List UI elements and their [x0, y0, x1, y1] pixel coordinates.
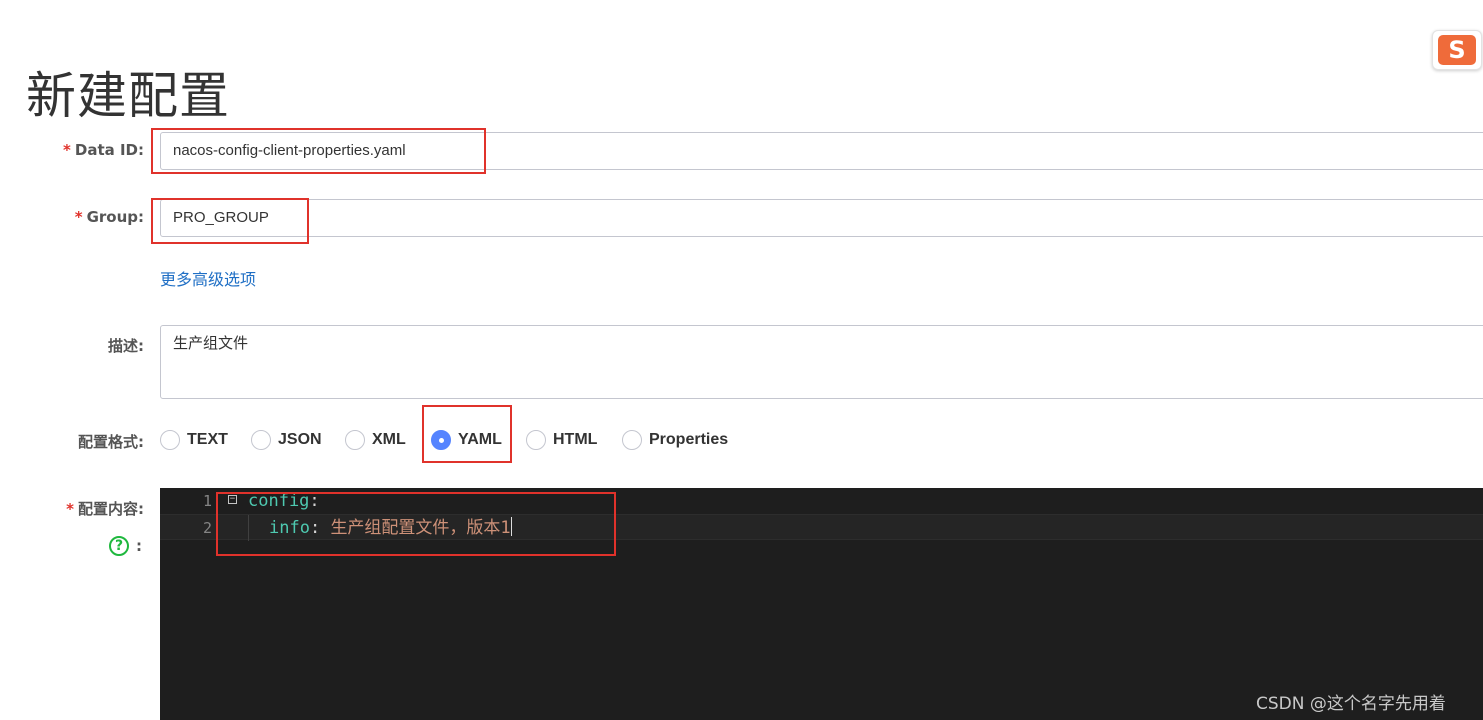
- format-option-json[interactable]: JSON: [251, 425, 322, 455]
- help-colon: :: [136, 537, 142, 555]
- page-title: 新建配置: [26, 66, 230, 125]
- editor-line-active: 2 info: 生产组配置文件，版本1: [160, 514, 1483, 541]
- description-label: 描述:: [108, 337, 144, 355]
- data-id-input[interactable]: nacos-config-client-properties.yaml: [160, 132, 1483, 170]
- question-circle-icon[interactable]: ?: [109, 536, 129, 556]
- required-mark: *: [63, 141, 71, 159]
- watermark: CSDN @这个名字先用着: [1256, 694, 1446, 714]
- format-option-html[interactable]: HTML: [526, 425, 597, 455]
- radio-circle[interactable]: [526, 430, 546, 450]
- line-number: 2: [202, 519, 212, 537]
- required-mark: *: [74, 208, 83, 226]
- sogou-ime-icon[interactable]: S: [1432, 30, 1482, 70]
- description-textarea[interactable]: 生产组文件: [160, 325, 1483, 399]
- radio-circle[interactable]: [160, 430, 180, 450]
- group-input[interactable]: PRO_GROUP: [160, 199, 1483, 237]
- fold-minus-icon[interactable]: −: [228, 495, 237, 504]
- format-option-yaml[interactable]: YAML: [431, 425, 502, 455]
- data-id-label: * Data ID:: [63, 141, 144, 159]
- code-text: info: 生产组配置文件，版本1: [269, 517, 512, 538]
- format-option-properties[interactable]: Properties: [622, 425, 728, 455]
- advanced-options-link[interactable]: 更多高级选项: [160, 266, 256, 290]
- radio-circle[interactable]: [345, 430, 365, 450]
- editor-line: 1 − config:: [160, 488, 1483, 514]
- format-label: 配置格式:: [78, 433, 144, 451]
- indent-guide: [248, 515, 249, 541]
- group-label: * Group:: [74, 208, 144, 226]
- text-cursor: [510, 517, 512, 536]
- format-option-xml[interactable]: XML: [345, 425, 406, 455]
- line-number: 1: [202, 492, 212, 510]
- format-option-text[interactable]: TEXT: [160, 425, 228, 455]
- required-mark: *: [66, 500, 74, 518]
- radio-circle[interactable]: [622, 430, 642, 450]
- radio-circle-checked[interactable]: [431, 430, 451, 450]
- code-text: config:: [248, 491, 320, 511]
- ime-logo-letter: S: [1438, 35, 1476, 65]
- radio-circle[interactable]: [251, 430, 271, 450]
- content-label: * 配置内容:: [66, 500, 144, 518]
- code-editor[interactable]: 1 − config: 2 info: 生产组配置文件，版本1: [160, 488, 1483, 720]
